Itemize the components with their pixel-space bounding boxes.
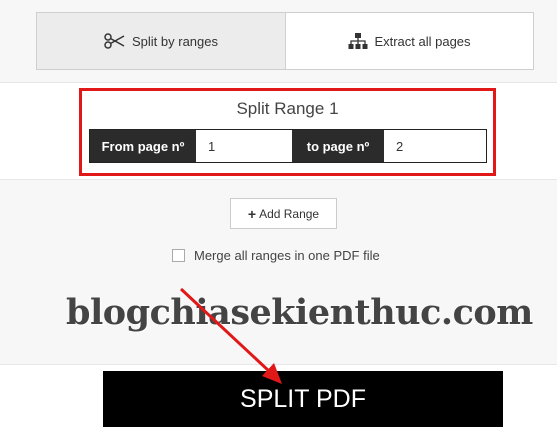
tab-extract-label: Extract all pages xyxy=(374,33,471,49)
from-page-label: From page nº xyxy=(90,130,196,162)
watermark-text: blogchiasekienthuc.com xyxy=(66,292,533,333)
tab-split-label: Split by ranges xyxy=(132,33,218,49)
plus-icon: + xyxy=(247,205,257,222)
merge-label[interactable]: Merge all ranges in one PDF file xyxy=(194,248,380,263)
merge-option: Merge all ranges in one PDF file xyxy=(172,248,380,263)
add-range-label: Add Range xyxy=(259,206,320,221)
tab-extract-all-pages[interactable]: Extract all pages xyxy=(286,13,533,69)
to-page-input[interactable]: 2 xyxy=(384,130,486,162)
split-range-box: Split Range 1 From page nº 1 to page nº … xyxy=(79,88,496,176)
to-page-label: to page nº xyxy=(292,130,384,162)
scissors-icon xyxy=(104,33,126,49)
from-page-input[interactable]: 1 xyxy=(196,130,292,162)
tab-split-by-ranges[interactable]: Split by ranges xyxy=(37,13,286,69)
range-row: From page nº 1 to page nº 2 xyxy=(89,129,487,163)
merge-checkbox[interactable] xyxy=(172,249,185,262)
range-title: Split Range 1 xyxy=(236,99,339,118)
add-range-button[interactable]: + Add Range xyxy=(230,198,337,229)
mode-tabs: Split by ranges Extract all pages xyxy=(36,12,534,70)
sitemap-icon xyxy=(348,32,368,50)
split-pdf-button[interactable]: SPLIT PDF xyxy=(103,371,503,427)
